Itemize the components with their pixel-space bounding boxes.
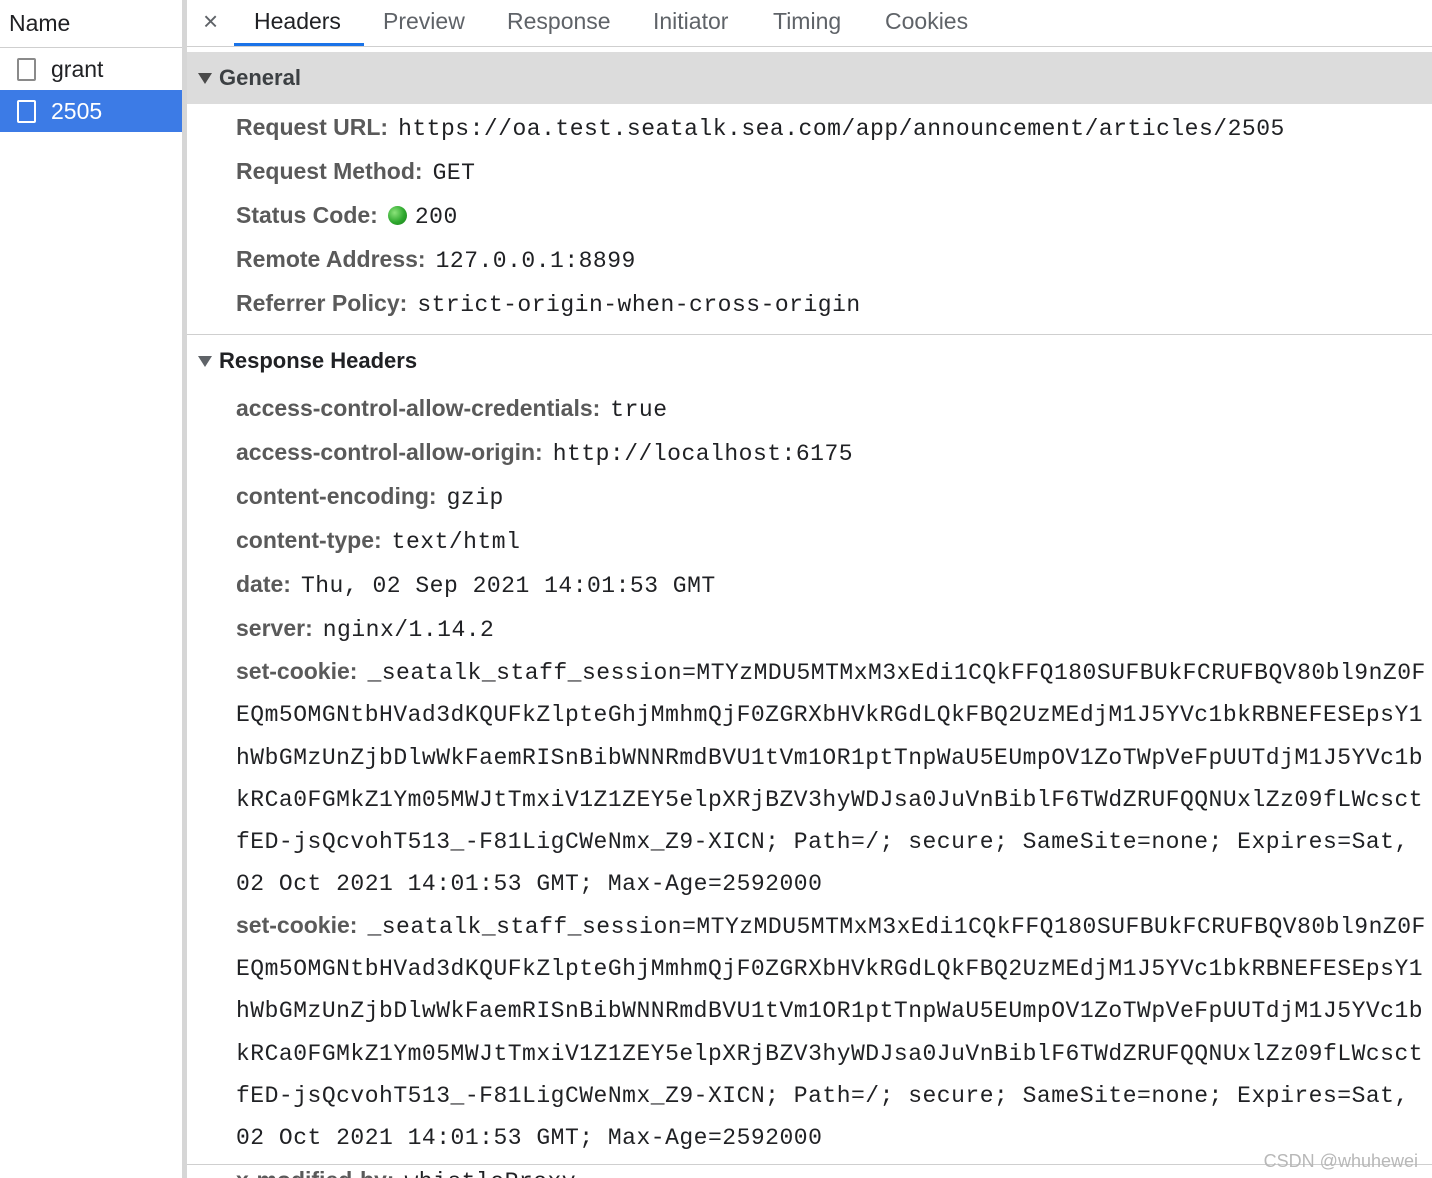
request-row-grant[interactable]: grant (0, 48, 184, 90)
header-name: Status Code: (236, 202, 378, 228)
response-header-row: content-encoding: gzip (236, 475, 1432, 519)
header-name: set-cookie: (236, 658, 358, 684)
remote-address-value: 127.0.0.1:8899 (435, 248, 636, 274)
request-name: grant (51, 55, 104, 82)
referrer-policy-value: strict-origin-when-cross-origin (417, 292, 861, 318)
details-tab-bar: × Headers Preview Response Initiator Tim… (187, 0, 1432, 47)
header-value: gzip (446, 485, 504, 511)
request-details-panel: × Headers Preview Response Initiator Tim… (187, 0, 1432, 1178)
general-section-header[interactable]: General (187, 52, 1432, 104)
status-code-value: 200 (414, 204, 458, 230)
response-header-row: server: nginx/1.14.2 (236, 607, 1432, 651)
header-name: Referrer Policy: (236, 290, 408, 316)
tab-cookies[interactable]: Cookies (885, 6, 968, 36)
name-column-header[interactable]: Name (0, 0, 184, 48)
header-value: _seatalk_staff_session=MTYzMDU5MTMxM3xEd… (236, 913, 1426, 1152)
collapse-triangle-icon (198, 72, 212, 84)
section-divider (187, 1164, 1432, 1165)
response-headers-section-header[interactable]: Response Headers (187, 335, 1432, 387)
watermark: CSDN @whuhewei (1263, 1151, 1418, 1171)
response-headers-title: Response Headers (219, 348, 418, 373)
header-name: access-control-allow-credentials: (236, 395, 601, 421)
document-icon (17, 57, 36, 81)
header-value: _seatalk_staff_session=MTYzMDU5MTMxM3xEd… (236, 660, 1426, 898)
tab-preview[interactable]: Preview (383, 6, 465, 36)
header-name: content-type: (236, 527, 382, 553)
status-code-row: Status Code: 200 (236, 194, 1432, 238)
header-name: Request URL: (236, 114, 389, 140)
request-name: 2505 (51, 97, 103, 124)
header-value: http://localhost:6175 (552, 441, 854, 467)
header-name: access-control-allow-origin: (236, 439, 543, 465)
tab-headers[interactable]: Headers (254, 6, 341, 36)
tab-initiator[interactable]: Initiator (653, 6, 728, 36)
active-tab-indicator (234, 43, 364, 46)
response-header-row: set-cookie: _seatalk_staff_session=MTYzMD… (236, 651, 1432, 905)
header-value: true (610, 397, 668, 423)
general-section: Request URL: https://oa.test.seatalk.sea.… (187, 104, 1432, 334)
header-name: Remote Address: (236, 246, 426, 272)
tab-timing[interactable]: Timing (773, 6, 841, 36)
status-ok-icon (387, 206, 407, 225)
header-name: set-cookie: (236, 911, 358, 938)
header-name: date: (236, 571, 291, 597)
header-name: server: (236, 615, 313, 641)
request-url-value: https://oa.test.seatalk.sea.com/app/anno… (398, 116, 1285, 142)
tab-response[interactable]: Response (507, 6, 611, 36)
header-value: text/html (391, 529, 521, 555)
header-value: whistleProxy (404, 1169, 576, 1178)
response-header-row: x-modified-by: whistleProxy (236, 1159, 1432, 1178)
referrer-policy-row: Referrer Policy: strict-origin-when-cross… (236, 282, 1432, 326)
response-headers-section: access-control-allow-credentials: true ac… (187, 387, 1432, 1178)
request-row-2505[interactable]: 2505 (0, 90, 184, 132)
document-icon (17, 99, 36, 123)
request-url-row: Request URL: https://oa.test.seatalk.sea.… (236, 106, 1432, 150)
collapse-triangle-icon (198, 355, 212, 367)
header-name: content-encoding: (236, 483, 437, 509)
request-list-panel: Name grant 2505 (0, 0, 184, 1178)
response-header-row: set-cookie: _seatalk_staff_session=MTYzMD… (236, 905, 1432, 1159)
response-header-row: content-type: text/html (236, 519, 1432, 563)
header-name: Request Method: (236, 158, 423, 184)
close-icon[interactable]: × (203, 6, 218, 36)
name-column-label: Name (9, 10, 71, 36)
remote-address-row: Remote Address: 127.0.0.1:8899 (236, 238, 1432, 282)
request-method-value: GET (432, 160, 476, 186)
response-header-row: access-control-allow-credentials: true (236, 387, 1432, 431)
general-section-title: General (219, 65, 301, 90)
response-header-row: date: Thu, 02 Sep 2021 14:01:53 GMT (236, 563, 1432, 607)
header-value: nginx/1.14.2 (322, 617, 495, 643)
header-name: x-modified-by: (236, 1167, 394, 1178)
response-header-row: access-control-allow-origin: http://local… (236, 431, 1432, 475)
header-value: Thu, 02 Sep 2021 14:01:53 GMT (300, 573, 716, 599)
request-method-row: Request Method: GET (236, 150, 1432, 194)
